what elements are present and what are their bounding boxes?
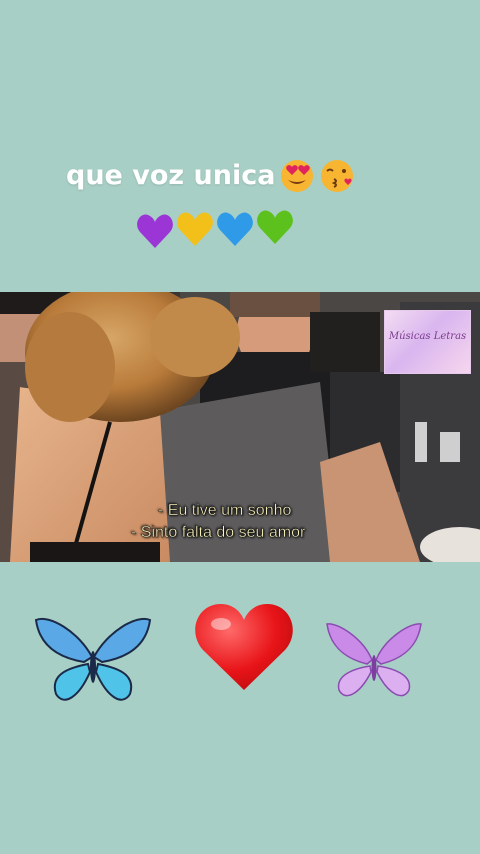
hearts-row [137,210,293,248]
heart-eyes-emoji-icon [281,160,313,192]
purple-butterfly-icon [326,623,422,697]
logo-text: Músicas Letras [388,331,467,342]
yellow-heart-icon [177,212,213,246]
red-heart-icon [195,604,293,690]
green-heart-icon [257,210,293,244]
subtitle-line-1: - Eu tive um sonho [158,502,292,519]
blue-butterfly-icon [34,617,152,701]
purple-heart-icon [137,214,173,248]
subtitle-line-2: - Sinto falta do seu amor [131,524,306,541]
musicas-letras-logo: Músicas Letras [384,310,471,374]
blue-heart-icon [217,212,253,246]
caption-text: que voz unica [66,160,276,191]
kissing-emoji-icon [321,160,353,192]
caption-emojis [281,160,353,192]
